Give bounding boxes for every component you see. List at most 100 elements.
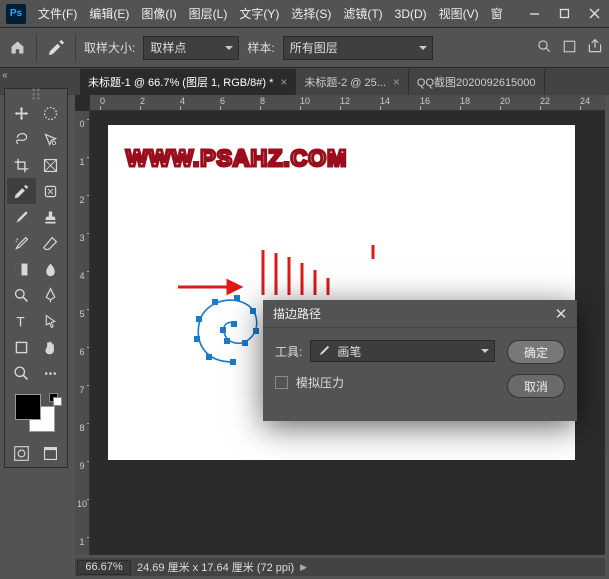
- heal-tool[interactable]: [36, 178, 65, 204]
- screenmode-tool[interactable]: [36, 442, 65, 464]
- color-swatches[interactable]: [7, 392, 65, 438]
- minimize-button[interactable]: [519, 0, 549, 28]
- menu-image[interactable]: 图像(I): [135, 0, 182, 27]
- crop-tool[interactable]: [7, 152, 36, 178]
- ruler-tick: 2: [76, 195, 88, 205]
- gradient-tool[interactable]: [7, 256, 36, 282]
- menu-3d[interactable]: 3D(D): [389, 0, 433, 27]
- ruler-tick: 9: [76, 461, 88, 471]
- sample-size-dropdown[interactable]: 取样点: [143, 36, 239, 60]
- cancel-button[interactable]: 取消: [507, 374, 565, 398]
- share-icon[interactable]: [587, 38, 603, 57]
- ruler-vertical[interactable]: 0123456789101: [75, 111, 90, 555]
- ruler-tick: 16: [420, 96, 430, 106]
- tab-doc-2[interactable]: 未标题-2 @ 25...×: [296, 69, 408, 95]
- foreground-color[interactable]: [15, 394, 41, 420]
- tool-panel: ⠿ T: [4, 88, 68, 468]
- shape-tool[interactable]: [7, 334, 36, 360]
- ruler-tick: 2: [140, 96, 145, 106]
- menu-select[interactable]: 选择(S): [285, 0, 337, 27]
- ruler-tick: 7: [76, 385, 88, 395]
- ruler-horizontal[interactable]: 024681012141618202224: [90, 95, 605, 111]
- close-icon[interactable]: ×: [393, 75, 400, 89]
- ruler-tick: 0: [76, 119, 88, 129]
- options-bar: 取样大小: 取样点 样本: 所有图层: [0, 28, 609, 68]
- marquee-tool[interactable]: [36, 100, 65, 126]
- menu-file[interactable]: 文件(F): [32, 0, 83, 27]
- pressure-label: 模拟压力: [296, 374, 344, 391]
- ruler-tick: 4: [180, 96, 185, 106]
- more-tools[interactable]: [36, 360, 65, 386]
- pen-tool[interactable]: [36, 282, 65, 308]
- ruler-tick: 0: [100, 96, 105, 106]
- brush-icon: [317, 344, 331, 358]
- eyedropper-tool[interactable]: [7, 178, 36, 204]
- ruler-tick: 10: [300, 96, 310, 106]
- ruler-tick: 4: [76, 271, 88, 281]
- ruler-tick: 14: [380, 96, 390, 106]
- zoom-tool[interactable]: [7, 360, 36, 386]
- type-tool[interactable]: T: [7, 308, 36, 334]
- eraser-tool[interactable]: [36, 230, 65, 256]
- status-bar: 66.67% 24.69 厘米 x 17.64 厘米 (72 ppi) ▶: [75, 558, 605, 576]
- maximize-button[interactable]: [549, 0, 579, 28]
- ruler-tick: 12: [340, 96, 350, 106]
- sample-dropdown[interactable]: 所有图层: [283, 36, 433, 60]
- close-button[interactable]: [579, 0, 609, 28]
- ruler-tick: 1: [76, 157, 88, 167]
- quick-select-tool[interactable]: [36, 126, 65, 152]
- stamp-tool[interactable]: [36, 204, 65, 230]
- search-icon[interactable]: [537, 39, 552, 57]
- ruler-tick: 5: [76, 309, 88, 319]
- dialog-close-button[interactable]: ✕: [551, 305, 571, 323]
- menu-window[interactable]: 窗: [485, 0, 509, 27]
- hand-tool[interactable]: [36, 334, 65, 360]
- sample-size-label: 取样大小:: [84, 39, 135, 56]
- ruler-tick: 8: [76, 423, 88, 433]
- zoom-field[interactable]: 66.67%: [77, 560, 131, 575]
- ruler-tick: 20: [500, 96, 510, 106]
- expand-panels-icon[interactable]: «: [2, 70, 14, 82]
- ruler-tick: 22: [540, 96, 550, 106]
- menu-edit[interactable]: 编辑(E): [83, 0, 135, 27]
- dialog-title: 描边路径: [273, 305, 321, 322]
- frame-tool[interactable]: [36, 152, 65, 178]
- brush-tool[interactable]: [7, 204, 36, 230]
- sample-label: 样本:: [247, 39, 274, 56]
- panel-grip-icon[interactable]: ⠿: [7, 92, 65, 100]
- status-caret-icon[interactable]: ▶: [300, 562, 307, 573]
- tab-doc-1[interactable]: 未标题-1 @ 66.7% (图层 1, RGB/8#) *×: [80, 69, 296, 95]
- document-tabs: 未标题-1 @ 66.7% (图层 1, RGB/8#) *× 未标题-2 @ …: [0, 68, 609, 95]
- quickmask-tool[interactable]: [7, 442, 36, 464]
- swap-colors-icon[interactable]: [49, 393, 61, 407]
- menu-layer[interactable]: 图层(L): [183, 0, 234, 27]
- ruler-tick: 1: [76, 537, 88, 547]
- blur-tool[interactable]: [36, 256, 65, 282]
- menu-filter[interactable]: 滤镜(T): [337, 0, 388, 27]
- dialog-titlebar[interactable]: 描边路径 ✕: [263, 300, 577, 328]
- svg-text:T: T: [16, 314, 24, 329]
- tool-dropdown[interactable]: 画笔: [310, 340, 495, 362]
- tab-doc-3[interactable]: QQ截图2020092615000: [409, 69, 545, 95]
- ruler-tick: 24: [580, 96, 590, 106]
- stroke-path-dialog: 描边路径 ✕ 工具: 画笔 模拟压力 确定 取消: [263, 300, 577, 421]
- lasso-tool[interactable]: [7, 126, 36, 152]
- history-brush-tool[interactable]: [7, 230, 36, 256]
- eyedropper-icon[interactable]: [45, 37, 67, 59]
- tool-label: 工具:: [275, 343, 302, 360]
- frame-icon[interactable]: [562, 39, 577, 57]
- menu-type[interactable]: 文字(Y): [233, 0, 285, 27]
- doc-dimensions: 24.69 厘米 x 17.64 厘米 (72 ppi): [137, 559, 294, 575]
- ps-logo-icon: Ps: [6, 4, 26, 24]
- close-icon[interactable]: ×: [280, 75, 287, 89]
- menu-view[interactable]: 视图(V): [433, 0, 485, 27]
- path-select-tool[interactable]: [36, 308, 65, 334]
- dodge-tool[interactable]: [7, 282, 36, 308]
- home-icon[interactable]: [6, 37, 28, 59]
- watermark-text: WWW.PSAHZ.COM: [126, 145, 347, 172]
- pressure-checkbox[interactable]: [275, 376, 288, 389]
- move-tool[interactable]: [7, 100, 36, 126]
- ruler-tick: 6: [76, 347, 88, 357]
- ruler-tick: 18: [460, 96, 470, 106]
- ok-button[interactable]: 确定: [507, 340, 565, 364]
